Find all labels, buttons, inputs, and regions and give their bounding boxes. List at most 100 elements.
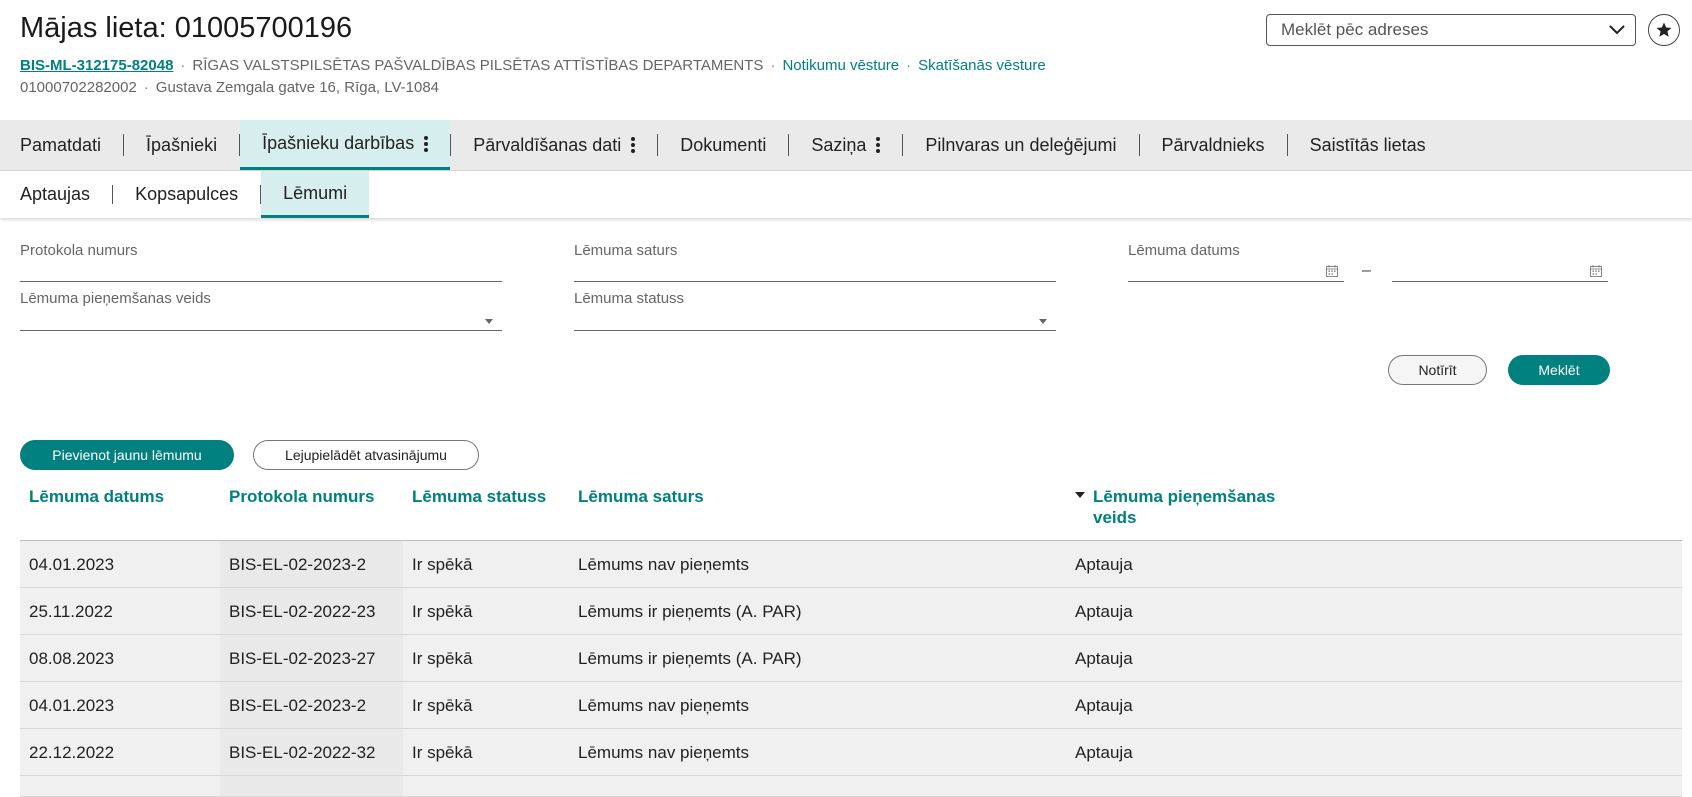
- chevron-down-icon: [1605, 18, 1629, 42]
- tab-label: Saistītās lietas: [1309, 134, 1426, 155]
- cell-protocol: BIS-EL-02-2022-32: [229, 743, 376, 762]
- search-button[interactable]: Meklēt: [1508, 355, 1610, 385]
- tab-ipasnieki[interactable]: Īpašnieki: [124, 120, 239, 170]
- cell-method: Aptauja: [1075, 743, 1133, 762]
- table-header: Lēmuma datums Protokola numurs Lēmuma st…: [20, 480, 1682, 541]
- kebab-menu-icon[interactable]: [424, 135, 429, 152]
- column-header-protocol[interactable]: Protokola numurs: [229, 486, 374, 507]
- table-row[interactable]: 04.01.2023 BIS-EL-02-2023-2 Ir spēkā Lēm…: [20, 682, 1682, 729]
- cell-protocol: BIS-EL-02-2023-2: [229, 555, 367, 574]
- subtab-lemumi[interactable]: Lēmumi: [261, 171, 370, 218]
- kebab-menu-icon[interactable]: [876, 137, 881, 153]
- separator: ·: [906, 57, 912, 74]
- event-history-link[interactable]: Notikumu vēsture: [782, 57, 899, 74]
- cell-content: Lēmums nav pieņemts: [578, 743, 750, 762]
- tab-pamatdati[interactable]: Pamatdati: [0, 120, 123, 170]
- decision-date-label: Lēmuma datums: [1128, 242, 1240, 259]
- cell-status: Ir spēkā: [412, 696, 473, 715]
- add-decision-button[interactable]: Pievienot jaunu lēmumu: [20, 440, 234, 470]
- tab-label: Pārvaldīšanas dati: [473, 134, 622, 155]
- tab-label: Īpašnieku darbības: [262, 133, 415, 153]
- cell-content: Lēmums ir pieņemts (A. PAR): [578, 649, 802, 668]
- cell-date: 08.08.2023: [29, 649, 115, 668]
- protocol-number-field[interactable]: Protokola numurs: [20, 242, 502, 282]
- cell-protocol: BIS-EL-02-2023-27: [229, 649, 376, 668]
- tab-dokumenti[interactable]: Dokumenti: [658, 120, 788, 170]
- date-range-separator: –: [1362, 262, 1371, 279]
- column-header-line: Lēmuma pieņemšanas: [1093, 487, 1276, 506]
- field-underline: [20, 281, 502, 282]
- tab-label: Dokumenti: [680, 134, 767, 155]
- clear-button[interactable]: Notīrīt: [1388, 355, 1487, 385]
- dropdown-arrow-icon: [485, 319, 493, 324]
- tab-label: Pilnvaras un deleģējumi: [925, 134, 1117, 155]
- decision-status-label: Lēmuma statuss: [574, 290, 685, 307]
- table-row-partial[interactable]: [20, 776, 1682, 797]
- column-shade: [220, 776, 403, 796]
- cell-status: Ir spēkā: [412, 555, 473, 574]
- page-header: Mājas lieta: 01005700196 BIS-ML-312175-8…: [0, 0, 1692, 120]
- decision-status-select[interactable]: Lēmuma statuss: [574, 290, 1056, 332]
- separator: ·: [143, 79, 149, 96]
- subtab-label: Aptaujas: [20, 184, 91, 204]
- star-icon: [1656, 22, 1672, 37]
- address-search-select[interactable]: Meklēt pēc adreses: [1266, 14, 1636, 46]
- adoption-method-select[interactable]: Lēmuma pieņemšanas veids: [20, 290, 502, 332]
- kebab-menu-icon[interactable]: [631, 137, 636, 153]
- cadastral-number: 01000702282002: [20, 79, 137, 96]
- cell-method: Aptauja: [1075, 602, 1133, 621]
- cell-status: Ir spēkā: [412, 602, 473, 621]
- separator: ·: [180, 57, 186, 74]
- tab-pilnvaras[interactable]: Pilnvaras un deleģējumi: [903, 120, 1138, 170]
- cell-status: Ir spēkā: [412, 743, 473, 762]
- table-row[interactable]: 08.08.2023 BIS-EL-02-2023-27 Ir spēkā Lē…: [20, 635, 1682, 682]
- property-address: Gustava Zemgala gatve 16, Rīga, LV-1084: [155, 79, 440, 96]
- calendar-icon[interactable]: [1590, 265, 1602, 277]
- decisions-table: Lēmuma datums Protokola numurs Lēmuma st…: [20, 480, 1682, 797]
- tab-label: Saziņa: [811, 134, 867, 155]
- field-underline: [1128, 281, 1344, 282]
- field-underline: [574, 330, 1056, 331]
- cell-protocol: BIS-EL-02-2023-2: [229, 696, 367, 715]
- separator: ·: [770, 57, 776, 74]
- cell-date: 04.01.2023: [29, 696, 115, 715]
- cell-date: 25.11.2022: [29, 602, 113, 621]
- cell-method: Aptauja: [1075, 649, 1133, 668]
- sort-descending-icon[interactable]: [1075, 492, 1085, 498]
- cell-content: Lēmums ir pieņemts (A. PAR): [578, 602, 802, 621]
- column-header-status[interactable]: Lēmuma statuss: [412, 486, 546, 507]
- calendar-icon[interactable]: [1326, 265, 1338, 277]
- tab-ipasnieku-darbibas[interactable]: Īpašnieku darbības: [240, 120, 451, 170]
- column-header-date[interactable]: Lēmuma datums: [29, 486, 164, 507]
- cell-content: Lēmums nav pieņemts: [578, 696, 750, 715]
- column-header-content[interactable]: Lēmuma saturs: [578, 486, 704, 507]
- case-id-link[interactable]: BIS-ML-312175-82048: [20, 57, 173, 74]
- field-underline: [1392, 281, 1608, 282]
- decision-content-field[interactable]: Lēmuma saturs: [574, 242, 1056, 282]
- favorite-button[interactable]: [1648, 14, 1680, 46]
- tab-parvaldisanas-dati[interactable]: Pārvaldīšanas dati: [451, 120, 657, 170]
- department-name: RĪGAS VALSTSPILSĒTAS PAŠVALDĪBAS PILSĒTA…: [192, 57, 764, 74]
- subtab-aptaujas[interactable]: Aptaujas: [0, 171, 112, 218]
- table-row[interactable]: 04.01.2023 BIS-EL-02-2023-2 Ir spēkā Lēm…: [20, 541, 1682, 588]
- column-header-adoption-method[interactable]: Lēmuma pieņemšanas veids: [1093, 486, 1275, 528]
- cell-date: 04.01.2023: [29, 555, 115, 574]
- main-tabs: Pamatdati Īpašnieki Īpašnieku darbības P…: [0, 120, 1692, 171]
- field-underline: [20, 330, 502, 331]
- tab-saistitas-lietas[interactable]: Saistītās lietas: [1288, 120, 1448, 170]
- page-title: Mājas lieta: 01005700196: [20, 12, 353, 44]
- tab-sazina[interactable]: Saziņa: [789, 120, 902, 170]
- subtab-kopsapulces[interactable]: Kopsapulces: [113, 171, 260, 218]
- decision-date-from-field[interactable]: Lēmuma datums: [1128, 242, 1348, 282]
- table-row[interactable]: 25.11.2022 BIS-EL-02-2022-23 Ir spēkā Lē…: [20, 588, 1682, 635]
- tab-parvaldnieks[interactable]: Pārvaldnieks: [1140, 120, 1287, 170]
- table-row[interactable]: 22.12.2022 BIS-EL-02-2022-32 Ir spēkā Lē…: [20, 729, 1682, 776]
- cell-date: 22.12.2022: [29, 743, 115, 762]
- download-button[interactable]: Lejupielādēt atvasinājumu: [253, 440, 479, 470]
- view-history-link[interactable]: Skatīšanās vēsture: [918, 57, 1046, 74]
- subtab-label: Kopsapulces: [135, 184, 239, 204]
- sub-tabs: Aptaujas Kopsapulces Lēmumi: [0, 171, 1692, 218]
- decision-date-to-field[interactable]: [1392, 242, 1610, 282]
- field-underline: [574, 281, 1056, 282]
- property-meta: 01000702282002 · Gustava Zemgala gatve 16,…: [20, 79, 439, 96]
